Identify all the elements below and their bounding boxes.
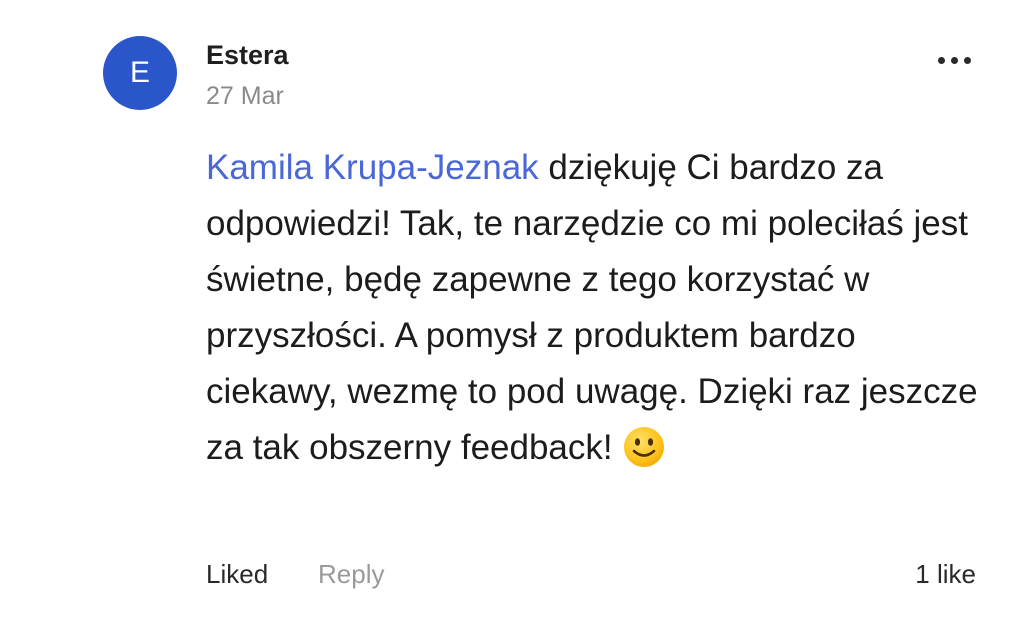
more-dot (950, 56, 958, 64)
slightly-smiling-face-icon (623, 427, 664, 467)
reply-button[interactable]: Reply (318, 556, 384, 592)
more-dot (963, 56, 971, 64)
author-name[interactable]: Estera (206, 38, 289, 72)
like-count[interactable]: 1 like (915, 556, 976, 592)
comment-text: dziękuję Ci bardzo za odpowiedzi! Tak, t… (206, 148, 978, 467)
comment-actions: Liked Reply (206, 556, 384, 592)
avatar[interactable]: E (103, 36, 177, 110)
comment: E Estera 27 Mar Kamila Krupa-Jeznak dzię… (0, 0, 1024, 632)
more-dot (937, 56, 945, 64)
avatar-initial: E (129, 56, 150, 89)
more-options-icon[interactable] (928, 48, 980, 72)
mention-link[interactable]: Kamila Krupa-Jeznak (206, 148, 539, 187)
comment-date: 27 Mar (206, 82, 284, 110)
liked-button[interactable]: Liked (206, 559, 268, 589)
comment-body: Kamila Krupa-Jeznak dziękuję Ci bardzo z… (206, 140, 996, 476)
